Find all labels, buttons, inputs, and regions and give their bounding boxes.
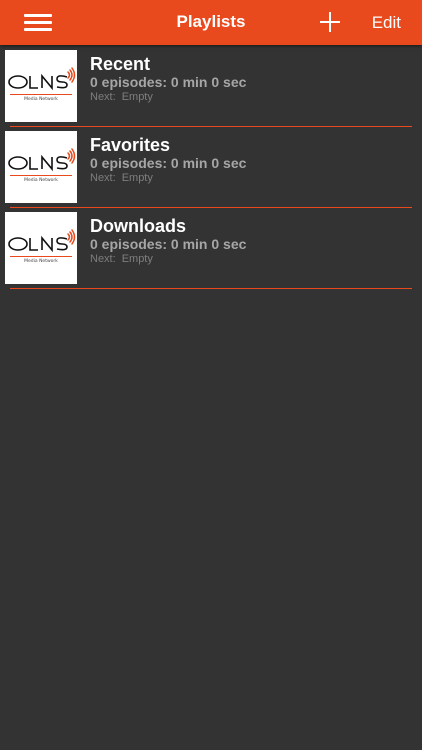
playlist-row-recent[interactable]: Media Network Recent 0 episodes: 0 min 0… xyxy=(0,46,422,127)
logo-tagline: Media Network xyxy=(24,96,58,102)
playlist-title: Favorites xyxy=(90,135,171,155)
edit-button[interactable]: Edit xyxy=(372,13,401,33)
playlist-artwork: Media Network xyxy=(5,131,77,203)
logo-tagline: Media Network xyxy=(24,177,58,183)
plus-icon[interactable] xyxy=(319,11,341,33)
playlist-artwork: Media Network xyxy=(5,212,77,284)
next-value: Empty xyxy=(121,91,153,103)
logo-tagline: Media Network xyxy=(24,258,58,264)
row-divider xyxy=(10,288,412,289)
playlist-list: Media Network Recent 0 episodes: 0 min 0… xyxy=(0,46,422,289)
page-title: Playlists xyxy=(176,12,246,31)
playlist-artwork: Media Network xyxy=(5,50,77,122)
playlist-summary: 0 episodes: 0 min 0 sec xyxy=(90,155,247,171)
playlist-summary: 0 episodes: 0 min 0 sec xyxy=(90,74,247,90)
next-value: Empty xyxy=(121,253,153,265)
playlist-title: Downloads xyxy=(90,216,187,236)
next-value: Empty xyxy=(121,172,153,184)
playlist-title: Recent xyxy=(90,54,151,74)
playlist-row-favorites[interactable]: Media Network Favorites 0 episodes: 0 mi… xyxy=(0,127,422,208)
next-label: Next: xyxy=(90,253,116,265)
playlist-next: Next: Empty xyxy=(90,91,153,103)
playlist-next: Next: Empty xyxy=(90,253,153,265)
nav-bar: Playlists Edit xyxy=(0,0,422,45)
playlist-summary: 0 episodes: 0 min 0 sec xyxy=(90,236,247,252)
next-label: Next: xyxy=(90,172,116,184)
playlist-row-downloads[interactable]: Media Network Downloads 0 episodes: 0 mi… xyxy=(0,208,422,289)
playlist-next: Next: Empty xyxy=(90,172,153,184)
next-label: Next: xyxy=(90,91,116,103)
